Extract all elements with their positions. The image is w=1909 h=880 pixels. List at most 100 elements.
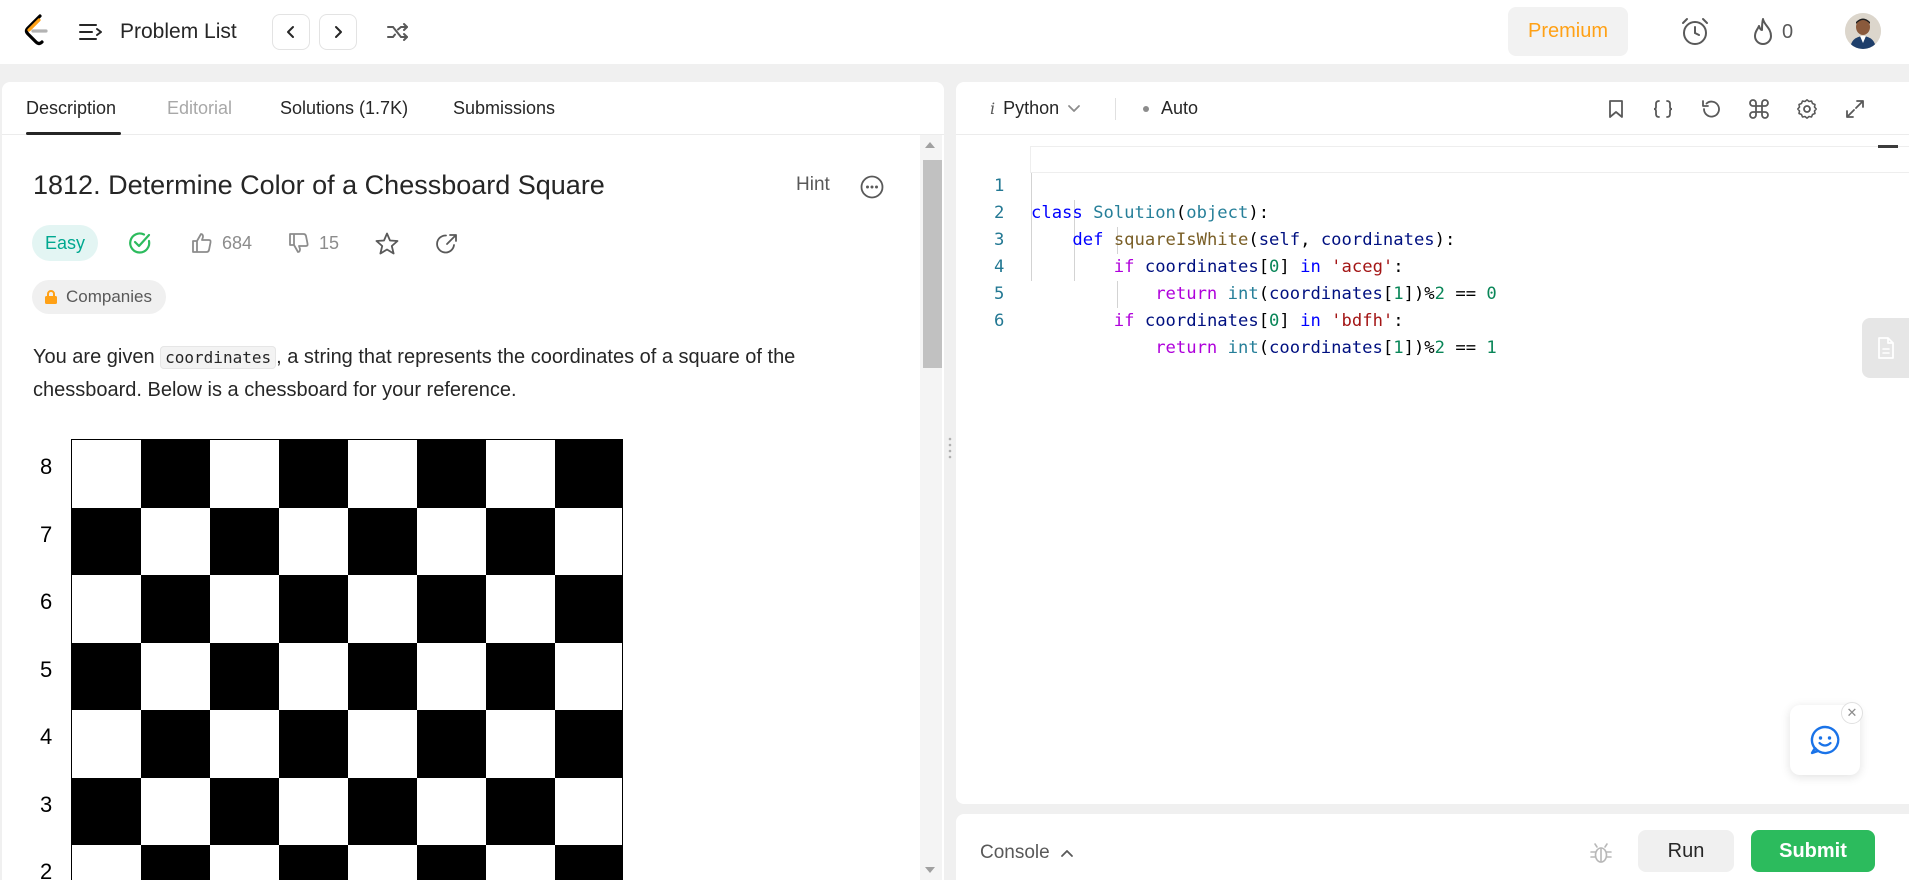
chessboard-square [279, 777, 348, 845]
chessboard-square [72, 575, 141, 643]
bookmark-icon[interactable] [1602, 95, 1630, 123]
tab-submissions[interactable]: Submissions [453, 98, 555, 119]
favorite-star-icon[interactable] [374, 231, 400, 257]
chessboard-square [417, 642, 486, 710]
hint-button[interactable]: Hint [796, 174, 830, 196]
rank-label: 4 [40, 724, 53, 749]
chessboard-square [210, 507, 279, 575]
description-panel: Description Editorial Solutions (1.7K) S… [2, 82, 944, 880]
chessboard-square [141, 440, 210, 508]
command-shortcuts-icon[interactable] [1745, 95, 1773, 123]
user-avatar[interactable] [1845, 13, 1881, 49]
settings-gear-icon[interactable] [1793, 95, 1821, 123]
chessboard-square [486, 440, 555, 508]
tab-editorial[interactable]: Editorial [167, 98, 232, 119]
auto-mode-label: Auto [1161, 98, 1199, 118]
tab-description[interactable]: Description [26, 98, 116, 119]
editor-toolbar: i Python Auto [956, 82, 1909, 135]
companies-label: Companies [66, 287, 152, 306]
rank-label: 3 [40, 792, 53, 817]
chessboard-square [486, 642, 555, 710]
rank-label: 7 [40, 522, 53, 547]
console-label: Console [980, 842, 1050, 863]
problem-list-menu-icon[interactable] [78, 20, 104, 44]
language-label: Python [1003, 98, 1060, 118]
problem-tabs: Description Editorial Solutions (1.7K) S… [2, 82, 944, 135]
chessboard-square [348, 642, 417, 710]
alarm-clock-icon[interactable] [1678, 14, 1712, 50]
scroll-down-arrow-icon[interactable] [925, 867, 935, 873]
console-toggle[interactable]: Console [980, 842, 1074, 864]
chessboard-square [210, 440, 279, 508]
chessboard-square [72, 507, 141, 575]
like-button[interactable]: 684 [190, 231, 252, 255]
toolbar-divider [1115, 98, 1116, 120]
chessboard-square [279, 575, 348, 643]
premium-button[interactable]: Premium [1508, 7, 1628, 56]
auto-mode-toggle[interactable]: Auto [1143, 98, 1198, 119]
scroll-up-arrow-icon[interactable] [925, 142, 935, 148]
chessboard-square [555, 845, 622, 880]
code-line: 6 return int(coordinates[1])%2 == 1 [956, 281, 1497, 358]
rank-label: 5 [40, 657, 53, 682]
chessboard-square [210, 845, 279, 880]
thumbs-down-icon [289, 233, 309, 253]
chessboard-square [555, 642, 622, 710]
chevron-right-icon [335, 26, 342, 38]
current-line-highlight [1030, 146, 1909, 173]
chessboard-square [210, 575, 279, 643]
chessboard-square [348, 710, 417, 778]
active-tab-indicator [26, 132, 121, 135]
line-number: 6 [994, 311, 1005, 331]
panel-resize-handle[interactable] [948, 436, 952, 460]
chat-smile-icon [1810, 725, 1840, 755]
code-line-text: if coordinates[0] in 'aceg': [1113, 257, 1404, 277]
minimap-cursor-marker [1878, 145, 1898, 148]
share-icon[interactable] [434, 231, 460, 257]
chessboard-square [417, 777, 486, 845]
next-problem-button[interactable] [319, 14, 357, 50]
status-dot-icon [1143, 105, 1149, 112]
description-scrollbar-thumb[interactable] [923, 160, 942, 368]
language-selector[interactable]: i Python [990, 98, 1081, 119]
chessboard-square [555, 440, 622, 508]
problem-description: You are given coordinates, a string that… [33, 341, 863, 406]
code-editor[interactable]: 1 class Solution(object): 2 def squareIs… [956, 146, 1909, 796]
chessboard-square [141, 845, 210, 880]
code-line-text: def squareIsWhite(self, coordinates): [1072, 230, 1456, 250]
run-button[interactable]: Run [1638, 830, 1734, 872]
flame-icon [1754, 18, 1772, 45]
prev-problem-button[interactable] [272, 14, 310, 50]
chessboard-square [72, 845, 141, 880]
side-notes-tab[interactable] [1862, 318, 1909, 378]
submit-button[interactable]: Submit [1751, 830, 1875, 872]
tab-solutions[interactable]: Solutions (1.7K) [280, 98, 408, 119]
top-nav: Problem List Premium 0 [0, 0, 1909, 64]
console-bar: Console Run Submit [956, 814, 1909, 880]
chessboard-square [279, 440, 348, 508]
chessboard-square [279, 642, 348, 710]
code-editor-panel: i Python Auto 1 class Solution(object): … [956, 82, 1909, 804]
shuffle-icon[interactable] [383, 18, 413, 46]
problem-list-link[interactable]: Problem List [120, 20, 237, 44]
streak-counter[interactable]: 0 [1750, 14, 1793, 50]
code-line: 3 if coordinates[0] in 'aceg': [956, 200, 1404, 277]
format-code-braces-icon[interactable] [1649, 95, 1677, 123]
chessboard-square [486, 575, 555, 643]
companies-tag[interactable]: Companies [32, 280, 166, 314]
chessboard-square [72, 440, 141, 508]
more-options-icon[interactable] [859, 174, 885, 200]
close-chat-icon[interactable]: ✕ [1841, 702, 1863, 724]
rank-label: 2 [40, 859, 53, 880]
chessboard-square [348, 777, 417, 845]
fullscreen-expand-icon[interactable] [1841, 95, 1869, 123]
problem-title: 1812. Determine Color of a Chessboard Sq… [33, 170, 605, 200]
code-line: 2 def squareIsWhite(self, coordinates): [956, 173, 1455, 250]
chessboard-square [72, 710, 141, 778]
debug-bug-icon[interactable] [1586, 838, 1616, 868]
solved-check-icon [127, 230, 153, 256]
dislike-button[interactable]: 15 [287, 231, 339, 255]
reset-code-icon[interactable] [1697, 95, 1725, 123]
leetcode-logo-icon[interactable] [22, 14, 52, 48]
chessboard-square [486, 710, 555, 778]
